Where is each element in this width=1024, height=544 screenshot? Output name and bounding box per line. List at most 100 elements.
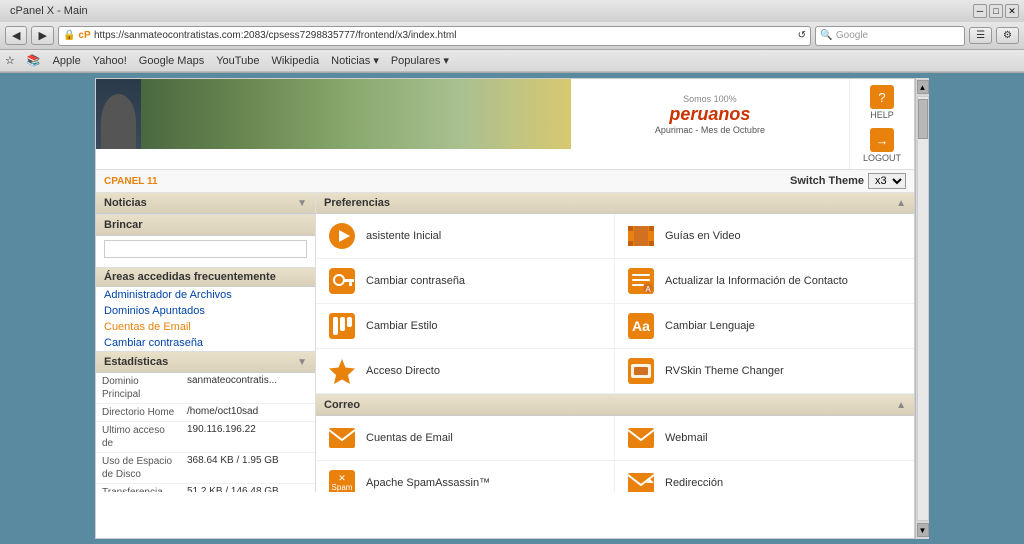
item-guias-video[interactable]: Guías en Video: [615, 214, 914, 259]
cpanel-body: Noticias ▼ Brincar Áreas accedidas frecu…: [96, 193, 914, 492]
theme-select[interactable]: x3: [868, 173, 906, 189]
scroll-thumb[interactable]: [918, 99, 928, 139]
browser-scrollbar[interactable]: ▲ ▼: [915, 78, 929, 539]
bookmark-yahoo[interactable]: Yahoo!: [93, 55, 127, 67]
search-icon: 🔍: [820, 30, 832, 41]
item-webmail[interactable]: Webmail: [615, 416, 914, 461]
forward-button[interactable]: ▶: [31, 26, 53, 45]
item-cambiar-estilo[interactable]: Cambiar Estilo: [316, 304, 615, 349]
noticias-arrow[interactable]: ▼: [297, 198, 307, 209]
item-redireccion[interactable]: Redirección: [615, 461, 914, 492]
preferencias-header: Preferencias ▲: [316, 193, 914, 214]
stats-label-2: Ultimo acceso de: [96, 422, 181, 453]
menu-button[interactable]: ☰: [969, 27, 992, 44]
url-text: https://sanmateocontratistas.com:2083/cp…: [94, 30, 456, 41]
correo-header: Correo ▲: [316, 395, 914, 416]
svg-text:✕: ✕: [338, 473, 346, 483]
item-info-label: Actualizar la Información de Contacto: [665, 274, 848, 288]
left-panel: Noticias ▼ Brincar Áreas accedidas frecu…: [96, 193, 316, 492]
item-rvs-theme[interactable]: RVSkin Theme Changer: [615, 349, 914, 394]
frecuentes-section: Áreas accedidas frecuentemente Administr…: [96, 268, 315, 352]
noticias-header: Noticias ▼: [96, 193, 315, 214]
back-button[interactable]: ◀: [5, 26, 27, 45]
preferencias-grid: asistente Inicial Guías en Video: [316, 214, 914, 394]
bookmark-icon: ☆: [5, 54, 15, 67]
item-cambiar-lenguaje[interactable]: Aa Cambiar Lenguaje: [615, 304, 914, 349]
stats-header: Estadísticas ▼: [96, 352, 315, 373]
item-rvs-label: RVSkin Theme Changer: [665, 364, 784, 378]
scroll-down-button[interactable]: ▼: [917, 523, 929, 537]
link-password[interactable]: Cambiar contraseña: [96, 335, 315, 351]
bookmarks-bar: ☆ 📚 Apple Yahoo! Google Maps YouTube Wik…: [0, 50, 1024, 72]
bookmark-youtube[interactable]: YouTube: [216, 55, 259, 67]
minimize-button[interactable]: ─: [973, 4, 987, 18]
close-button[interactable]: ✕: [1005, 4, 1019, 18]
nav-bar: ◀ ▶ 🔒 cP https://sanmateocontratistas.co…: [0, 22, 1024, 50]
preferencias-section: Preferencias ▲ asistente Inicial: [316, 193, 914, 395]
noticias-section: Noticias ▼: [96, 193, 315, 215]
stats-arrow[interactable]: ▼: [297, 357, 307, 368]
svg-text:A: A: [645, 285, 651, 294]
item-password-label: Cambiar contraseña: [366, 274, 465, 288]
stats-label-0: Dominio Principal: [96, 373, 181, 404]
correo-arrow[interactable]: ▲: [896, 400, 906, 411]
item-acceso-directo[interactable]: Acceso Directo: [316, 349, 615, 394]
redirect-icon: [625, 467, 657, 492]
item-spam-label: Apache SpamAssassin™: [366, 476, 490, 490]
theme-label: Switch Theme: [790, 175, 864, 187]
item-redireccion-label: Redirección: [665, 476, 723, 490]
email-icon: [326, 422, 358, 454]
refresh-icon[interactable]: ↺: [798, 30, 806, 41]
stats-label-1: Directorio Home: [96, 404, 181, 422]
bookmark-noticias[interactable]: Noticias ▾: [331, 54, 379, 67]
stats-label-4: Transferencia Mensual de Banda Ancha: [96, 484, 181, 493]
key-icon: [326, 265, 358, 297]
bookmark-library-icon: 📚: [27, 54, 41, 67]
bookmark-googlemaps[interactable]: Google Maps: [139, 55, 204, 67]
item-asistente[interactable]: asistente Inicial: [316, 214, 615, 259]
logout-button[interactable]: → LOGOUT: [858, 126, 906, 165]
bookmark-populares[interactable]: Populares ▾: [391, 54, 449, 67]
scroll-track: [917, 96, 929, 521]
brincar-section: Brincar: [96, 215, 315, 268]
logout-icon: →: [870, 128, 894, 152]
help-button[interactable]: ? HELP: [858, 83, 906, 122]
cpanel-version: CPANEL 11: [104, 176, 158, 187]
item-spamassassin[interactable]: Spam✕ Apache SpamAssassin™: [316, 461, 615, 492]
theme-switcher: Switch Theme x3: [790, 173, 906, 189]
brincar-input[interactable]: [104, 240, 307, 258]
banner-apurimac: Apurimac - Mes de Octubre: [655, 125, 765, 135]
link-dominios[interactable]: Dominios Apuntados: [96, 303, 315, 319]
stats-row: Ultimo acceso de 190.116.196.22: [96, 422, 315, 453]
palette-icon: [326, 310, 358, 342]
scroll-up-button[interactable]: ▲: [917, 80, 929, 94]
logout-label: LOGOUT: [863, 153, 901, 163]
stats-row: Transferencia Mensual de Banda Ancha 51.…: [96, 484, 315, 493]
help-icon: ?: [870, 85, 894, 109]
link-email[interactable]: Cuentas de Email: [96, 319, 315, 335]
settings-button[interactable]: ⚙: [996, 27, 1019, 44]
stats-value-3: 368.64 KB / 1.95 GB: [181, 453, 315, 484]
banner-somos: Somos 100%: [655, 94, 765, 104]
window-controls[interactable]: ─ □ ✕: [973, 4, 1019, 18]
search-bar[interactable]: 🔍 Google: [815, 26, 965, 46]
item-cambiar-password[interactable]: Cambiar contraseña: [316, 259, 615, 304]
window-title: cPanel X - Main: [10, 5, 88, 17]
bookmark-wikipedia[interactable]: Wikipedia: [271, 55, 319, 67]
theme-changer-icon: [625, 355, 657, 387]
item-actualizar-info[interactable]: A Actualizar la Información de Contacto: [615, 259, 914, 304]
search-placeholder: Google: [836, 30, 868, 41]
item-webmail-label: Webmail: [665, 431, 708, 445]
item-cuentas-label: Cuentas de Email: [366, 431, 453, 445]
preferencias-arrow[interactable]: ▲: [896, 198, 906, 209]
star-icon: [326, 355, 358, 387]
stats-row: Directorio Home /home/oct10sad: [96, 404, 315, 422]
webmail-icon: [625, 422, 657, 454]
address-bar[interactable]: 🔒 cP https://sanmateocontratistas.com:20…: [58, 26, 811, 46]
maximize-button[interactable]: □: [989, 4, 1003, 18]
bookmark-apple[interactable]: Apple: [53, 55, 81, 67]
stats-value-2: 190.116.196.22: [181, 422, 315, 453]
link-archivos[interactable]: Administrador de Archivos: [96, 287, 315, 303]
item-lenguaje-label: Cambiar Lenguaje: [665, 319, 755, 333]
item-cuentas-email[interactable]: Cuentas de Email: [316, 416, 615, 461]
